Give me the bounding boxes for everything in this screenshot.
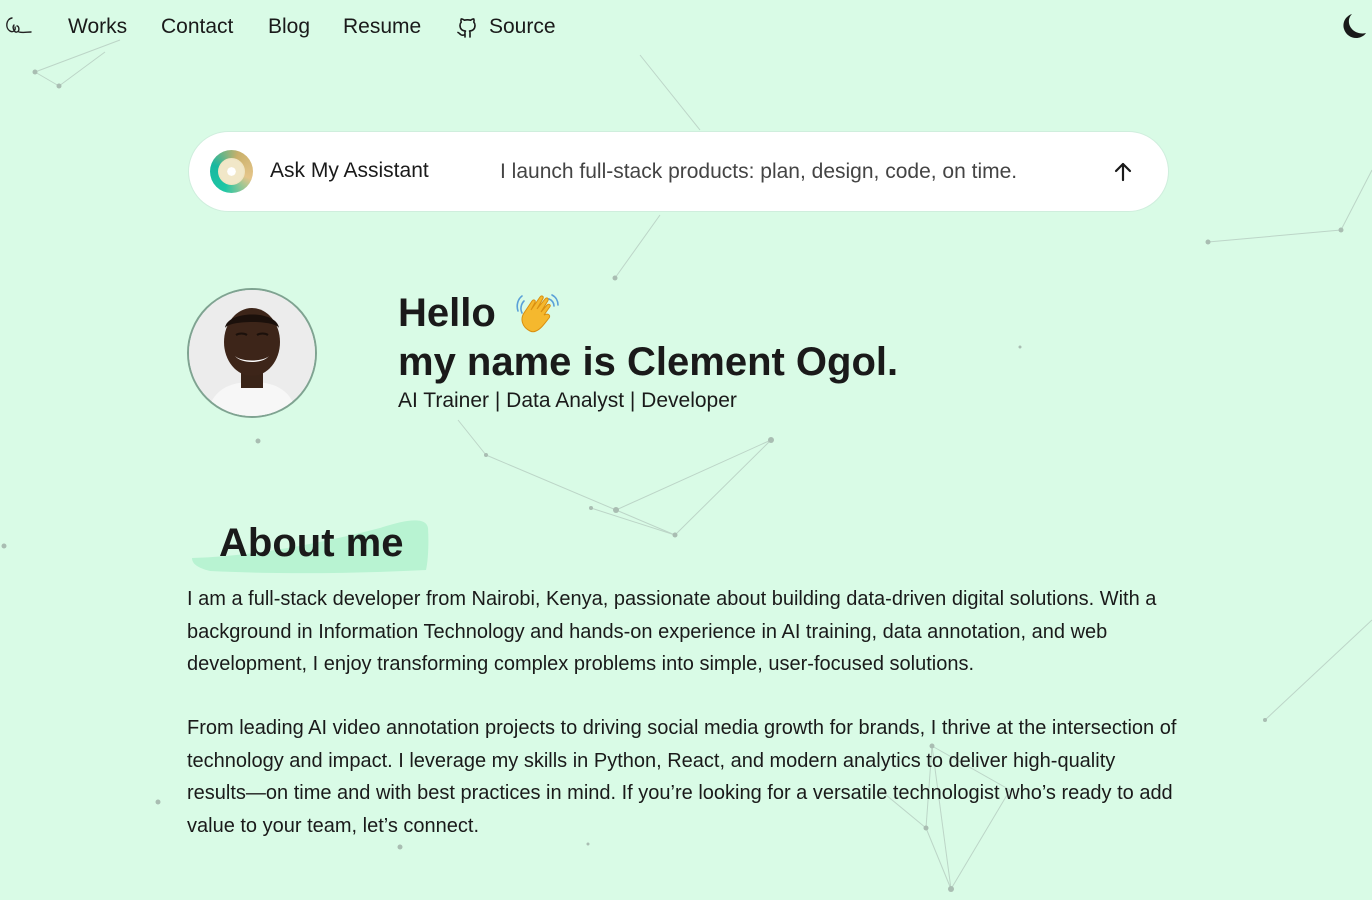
arrow-up-icon xyxy=(1114,162,1132,182)
about-title: About me xyxy=(219,521,404,565)
nav-source-label: Source xyxy=(489,15,556,38)
assistant-bar: Ask My Assistant xyxy=(188,131,1169,212)
hero-greeting: Hello xyxy=(398,291,496,335)
assistant-send-button[interactable] xyxy=(1109,158,1137,186)
about-paragraph-1: I am a full-stack developer from Nairobi… xyxy=(187,588,1157,675)
assistant-input[interactable] xyxy=(500,156,1060,188)
profile-avatar xyxy=(187,288,317,418)
about-paragraph-2: From leading AI video annotation project… xyxy=(187,717,1177,837)
assistant-label: Ask My Assistant xyxy=(270,159,429,182)
nav-works-link[interactable]: Works xyxy=(68,14,127,40)
moon-icon[interactable] xyxy=(1338,12,1366,42)
assistant-orb-icon xyxy=(210,150,253,193)
hero-name: my name is Clement Ogol. xyxy=(398,340,899,384)
nav-source-link[interactable]: Source xyxy=(457,14,556,40)
hero-tagline: AI Trainer | Data Analyst | Developer xyxy=(398,389,737,412)
github-icon xyxy=(457,18,476,38)
nav-blog-link[interactable]: Blog xyxy=(268,14,310,40)
signature-logo-icon[interactable] xyxy=(3,14,33,38)
nav-contact-link[interactable]: Contact xyxy=(161,14,233,40)
nav-resume-link[interactable]: Resume xyxy=(343,14,421,40)
top-nav: Works Contact Blog Resume Source xyxy=(0,0,1372,54)
waving-hand-icon xyxy=(516,294,559,333)
